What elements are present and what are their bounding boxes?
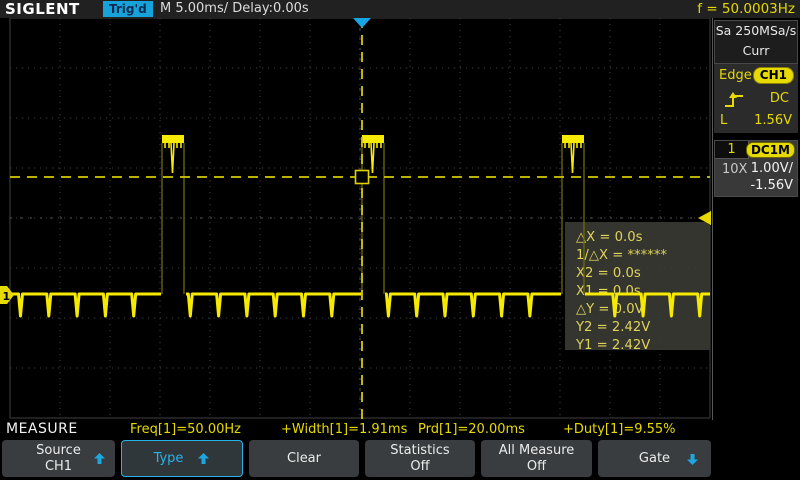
measure-title: MEASURE <box>6 421 78 437</box>
cursor-inv-delta-x: 1/△X = ****** <box>576 248 667 263</box>
softkey-menu-bar: Source CH1 Type Clear Statistics Off All… <box>0 437 800 480</box>
trigger-position-marker[interactable] <box>353 18 371 28</box>
measurement-pos-duty: +Duty[1]=9.55% <box>563 422 676 437</box>
clear-button-label: Clear <box>287 451 321 467</box>
source-button-label: Source <box>36 443 81 459</box>
arrow-down-icon <box>686 453 699 466</box>
waveform-display[interactable]: △X = 0.0s 1/△X = ****** X2 = 0.0s X1 = 0… <box>0 18 712 420</box>
type-button[interactable]: Type <box>121 440 243 477</box>
trigger-level-value: 1.56V <box>754 113 792 128</box>
cursor-x2: X2 = 0.0s <box>576 266 641 281</box>
sample-rate: Sa 250MSa/s <box>715 21 797 41</box>
gate-button-label: Gate <box>639 451 670 467</box>
all-measure-button-value: Off <box>527 459 546 475</box>
cursor-y1: Y1 = 2.42V <box>575 338 650 353</box>
top-status-bar: SIGLENT Trig'd M 5.00ms/ Delay:0.00s f =… <box>0 0 800 18</box>
measurement-period: Prd[1]=20.00ms <box>418 422 525 437</box>
acquisition-info-box[interactable]: Sa 250MSa/s Curr 17.5Mpts <box>714 20 798 64</box>
right-sidebar: Sa 250MSa/s Curr 17.5Mpts Edge CH1 DC L … <box>712 18 800 420</box>
measurement-pos-width: +Width[1]=1.91ms <box>281 422 407 437</box>
graticule-grid <box>10 18 710 418</box>
arrow-up-icon <box>93 452 106 465</box>
trigger-mode-label: Edge <box>719 68 752 83</box>
arrow-up-icon <box>197 452 210 465</box>
channel1-coupling-badge: DC1M <box>746 142 795 158</box>
channel1-info-box[interactable]: 1 DC1M 10X 1.00V/ -1.56V <box>714 140 798 197</box>
trigger-level-label: L <box>720 113 727 128</box>
statistics-button-label: Statistics <box>390 443 449 459</box>
statistics-button[interactable]: Statistics Off <box>365 440 475 477</box>
channel1-volts-per-div: 1.00V/ <box>751 161 793 176</box>
cursor-x1: X1 = 0.0s <box>576 284 641 299</box>
siglent-logo: SIGLENT <box>5 0 80 18</box>
rising-edge-icon <box>723 90 747 109</box>
source-button-value: CH1 <box>45 459 72 475</box>
type-button-label: Type <box>154 451 184 467</box>
cursor-delta-y: △Y = 0.0V <box>576 302 644 317</box>
measurement-bar: MEASURE Freq[1]=50.00Hz +Width[1]=1.91ms… <box>0 420 712 437</box>
cursor-readout-box: △X = 0.0s 1/△X = ****** X2 = 0.0s X1 = 0… <box>565 222 710 353</box>
frequency-counter: f = 50.0003Hz <box>697 0 795 18</box>
gate-button[interactable]: Gate <box>598 440 711 477</box>
clear-button[interactable]: Clear <box>249 440 359 477</box>
channel1-marker-number: 1 <box>3 290 11 303</box>
channel1-tab[interactable]: 1 <box>715 141 749 159</box>
trigger-info-box[interactable]: Edge CH1 DC L 1.56V <box>714 64 798 133</box>
channel1-offset: -1.56V <box>750 178 793 193</box>
measurement-freq: Freq[1]=50.00Hz <box>130 422 241 437</box>
cursor-y2: Y2 = 2.42V <box>575 320 650 335</box>
channel1-probe-attenuation: 10X <box>722 162 747 177</box>
cursor-intersection-handle[interactable] <box>356 171 369 184</box>
trigger-source-badge: CH1 <box>753 67 794 84</box>
trigger-coupling: DC <box>770 91 789 106</box>
statistics-button-value: Off <box>410 459 429 475</box>
oscilloscope-screen: SIGLENT Trig'd M 5.00ms/ Delay:0.00s f =… <box>0 0 800 480</box>
all-measure-button[interactable]: All Measure Off <box>481 440 592 477</box>
trigger-status-badge: Trig'd <box>103 1 153 17</box>
all-measure-button-label: All Measure <box>499 443 575 459</box>
channel1-ground-marker[interactable]: 1 <box>0 286 14 304</box>
timebase-readout[interactable]: M 5.00ms/ Delay:0.00s <box>160 0 309 18</box>
cursor-delta-x: △X = 0.0s <box>576 230 643 245</box>
waveform-svg: △X = 0.0s 1/△X = ****** X2 = 0.0s X1 = 0… <box>0 18 712 420</box>
source-button[interactable]: Source CH1 <box>2 440 115 477</box>
